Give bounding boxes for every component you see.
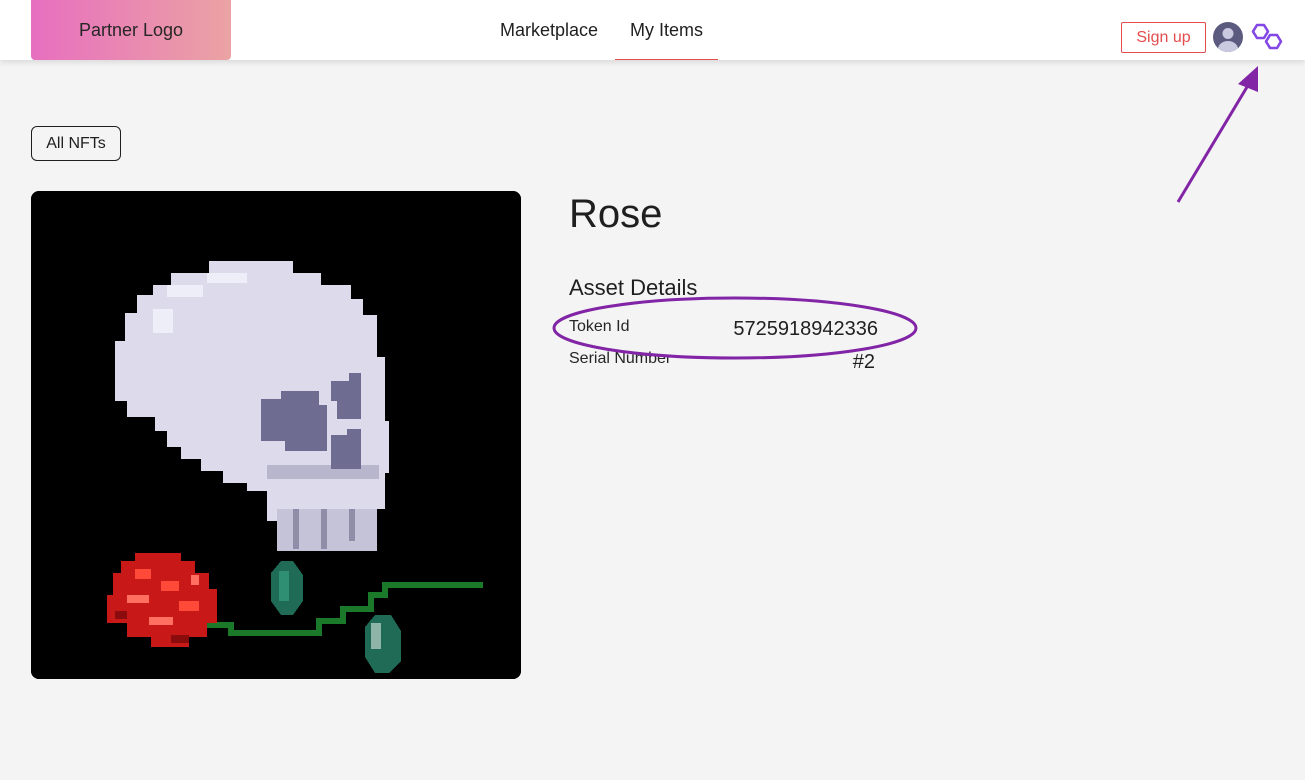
annotation-arrowhead bbox=[1238, 66, 1258, 92]
nav-marketplace[interactable]: Marketplace bbox=[485, 0, 613, 60]
nft-image bbox=[31, 191, 521, 679]
token-id-label: Token Id bbox=[569, 318, 630, 335]
sign-up-button[interactable]: Sign up bbox=[1121, 22, 1206, 53]
annotation-arrow bbox=[1176, 81, 1252, 203]
serial-number-value: #2 bbox=[852, 351, 875, 373]
all-nfts-button[interactable]: All NFTs bbox=[31, 126, 121, 161]
partner-logo[interactable]: Partner Logo bbox=[31, 0, 231, 60]
avatar-icon[interactable] bbox=[1213, 22, 1243, 52]
serial-number-label: Serial Number bbox=[569, 350, 672, 367]
asset-title: Rose bbox=[569, 192, 663, 236]
polygon-logo-icon[interactable] bbox=[1249, 22, 1285, 54]
partner-logo-label: Partner Logo bbox=[78, 19, 184, 40]
nav-my-items[interactable]: My Items bbox=[615, 0, 719, 60]
asset-details-heading: Asset Details bbox=[569, 275, 698, 300]
top-navigation-bar: Partner Logo Marketplace My Items Sign u… bbox=[0, 0, 1305, 60]
token-id-value: 5725918942336 bbox=[733, 318, 878, 340]
